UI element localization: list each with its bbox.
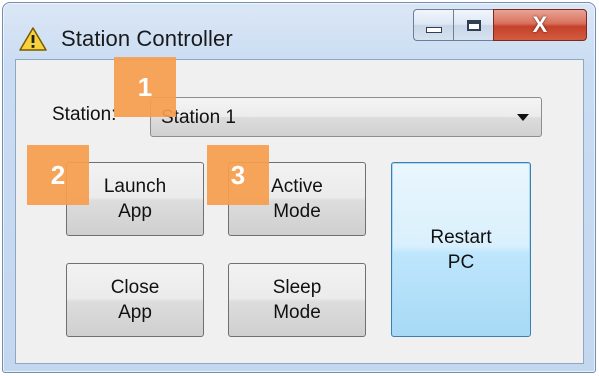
close-icon: X: [532, 12, 548, 37]
minimize-icon: [425, 27, 442, 33]
chevron-down-icon: [517, 114, 529, 121]
warning-icon: [19, 27, 47, 51]
sleep-mode-label-line1: Sleep: [272, 277, 322, 298]
main-window: Station Controller X Station: Station 1 …: [2, 2, 596, 373]
active-mode-label-line2: Mode: [273, 201, 321, 222]
close-app-button[interactable]: Close App: [66, 263, 204, 337]
sleep-mode-button[interactable]: Sleep Mode: [228, 263, 366, 337]
title-bar[interactable]: Station Controller X: [3, 3, 595, 59]
maximize-icon: [466, 19, 481, 31]
caption-buttons: X: [413, 9, 587, 45]
restart-pc-label-line1: Restart: [430, 226, 492, 248]
close-app-label-line1: Close: [110, 277, 160, 298]
station-dropdown[interactable]: Station 1: [150, 97, 542, 137]
station-label: Station:: [52, 104, 117, 125]
close-app-label-line2: App: [118, 302, 152, 323]
callout-badge-3: 3: [207, 145, 269, 205]
maximize-button[interactable]: [453, 9, 493, 41]
sleep-mode-label-line2: Mode: [273, 302, 321, 323]
launch-app-label-line2: App: [118, 201, 152, 222]
minimize-button[interactable]: [413, 9, 453, 41]
launch-app-label-line1: Launch: [103, 176, 167, 197]
callout-badge-2: 2: [27, 145, 89, 205]
restart-pc-label-line2: PC: [447, 251, 475, 273]
callout-badge-1: 1: [114, 57, 176, 117]
window-title: Station Controller: [61, 26, 233, 51]
active-mode-label-line1: Active: [271, 176, 323, 197]
client-area: Station: Station 1 Launch App Active Mod…: [15, 59, 584, 364]
close-window-button[interactable]: X: [493, 9, 587, 41]
restart-pc-button[interactable]: Restart PC: [391, 162, 531, 337]
